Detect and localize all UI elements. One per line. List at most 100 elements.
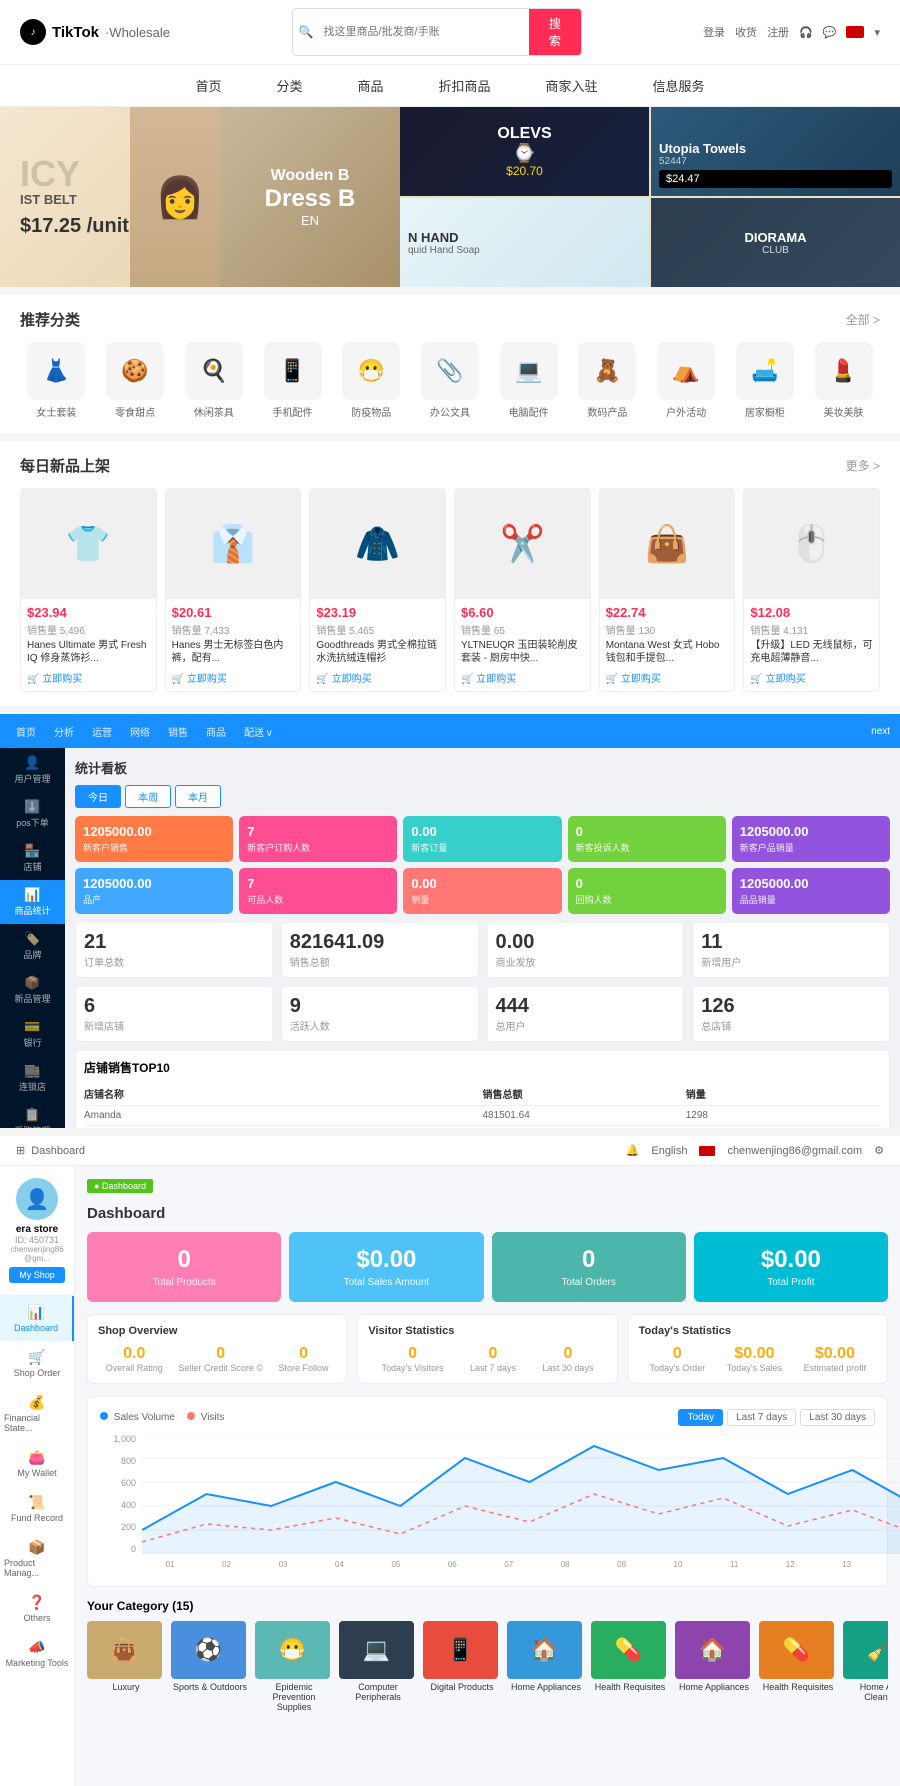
categories-title: 推荐分类 (20, 309, 80, 330)
nav-discounts[interactable]: 折扣商品 (439, 76, 491, 95)
product-buy-5[interactable]: 🛒 立即购买 (606, 670, 729, 685)
product-card-6[interactable]: 🖱️ $12.08 销售量 4,131 【升级】LED 无线鼠标，可充电超薄静音… (743, 488, 880, 692)
sidebar-item-newproduct[interactable]: 📦 新品管理 (0, 968, 65, 1012)
chart-today-btn[interactable]: Today (678, 1409, 723, 1426)
seller-cat-1[interactable]: 👜 Luxury (87, 1621, 165, 1712)
your-category-title: Your Category (15) (87, 1599, 888, 1613)
tab-week[interactable]: 本周 (125, 785, 171, 808)
nav-info[interactable]: 信息服务 (653, 76, 705, 95)
seller-nav-fund[interactable]: 📜 Fund Record (0, 1486, 74, 1531)
seller-nav-marketing[interactable]: 📣 Marketing Tools (0, 1631, 74, 1676)
sidebar-item-purchase[interactable]: 📋 采购管理 (0, 1100, 65, 1128)
products-more[interactable]: 更多 > (846, 457, 880, 474)
cat-item-9[interactable]: ⛺ 户外活动 (657, 342, 715, 419)
chart-30days-btn[interactable]: Last 30 days (800, 1409, 875, 1426)
my-shop-button[interactable]: My Shop (9, 1267, 65, 1283)
cat-item-7[interactable]: 💻 电脑配件 (500, 342, 558, 419)
register-link[interactable]: 注册 (767, 24, 789, 40)
product-card-5[interactable]: 👜 $22.74 销售量 130 Montana West 女式 Hobo 钱包… (599, 488, 736, 692)
admin-top-network[interactable]: 网络 (124, 724, 156, 739)
cat-item-5[interactable]: 😷 防疫物品 (342, 342, 400, 419)
seller-cat-2[interactable]: ⚽ Sports & Outdoors (171, 1621, 249, 1712)
admin-top-analytics[interactable]: 分析 (48, 724, 80, 739)
stats-icon: 📊 (4, 887, 61, 903)
stat-num-2: 7 (247, 824, 389, 839)
cat-item-4[interactable]: 📱 手机配件 (264, 342, 322, 419)
cat-item-11[interactable]: 💄 美妆美肤 (815, 342, 873, 419)
tab-today[interactable]: 今日 (75, 785, 121, 808)
admin-top-delivery[interactable]: 配送 v (238, 724, 278, 739)
admin-top-home[interactable]: 首页 (10, 724, 42, 739)
seller-cat-name-6: Home Appliances (507, 1682, 585, 1692)
nav-home[interactable]: 首页 (195, 76, 221, 95)
seller-nav-dashboard[interactable]: 📊 Dashboard (0, 1296, 74, 1341)
admin-top-sales[interactable]: 销售 (162, 724, 194, 739)
sidebar-item-stats[interactable]: 📊 商品统计 (0, 880, 65, 924)
seller-cat-img-6: 🏠 (507, 1621, 582, 1679)
categories-more[interactable]: 全部 > (846, 311, 880, 328)
cat-label-5: 防疫物品 (351, 404, 391, 419)
estimated-profit-item: $0.00 Estimated profit (804, 1345, 867, 1373)
product-card-1[interactable]: 👕 $23.94 销售量 5,496 Hanes Ultimate 男式 Fre… (20, 488, 157, 692)
cat-item-3[interactable]: 🍳 休闲茶具 (185, 342, 243, 419)
language-selector[interactable]: English (651, 1145, 687, 1157)
sidebar-item-pos[interactable]: ⬇️ pos下单 (0, 792, 65, 836)
sidebar-item-brand[interactable]: 🏷️ 品牌 (0, 924, 65, 968)
seller-cat-8[interactable]: 🏠 Home Appliances (675, 1621, 753, 1712)
nav-products[interactable]: 商品 (357, 76, 383, 95)
seller-nav-wallet[interactable]: 👛 My Wallet (0, 1441, 74, 1486)
message-icon[interactable]: 💬 (823, 26, 837, 39)
product-buy-6[interactable]: 🛒 立即购买 (750, 670, 873, 685)
seller-nav-others[interactable]: ❓ Others (0, 1586, 74, 1631)
dropdown-icon[interactable]: ▾ (874, 26, 880, 39)
product-buy-4[interactable]: 🛒 立即购买 (461, 670, 584, 685)
nav-categories[interactable]: 分类 (276, 76, 302, 95)
chart-7days-btn[interactable]: Last 7 days (727, 1409, 796, 1426)
product-price-6: $12.08 (750, 605, 873, 620)
settings-icon[interactable]: ⚙ (874, 1144, 884, 1157)
notification-icon[interactable]: 🔔 (626, 1144, 640, 1157)
seller-cat-9[interactable]: 💊 Health Requisites (759, 1621, 837, 1712)
top10-title: 店铺销售TOP10 (84, 1059, 881, 1076)
seller-nav-orders[interactable]: 🛒 Shop Order (0, 1341, 74, 1386)
sales-chart (142, 1434, 900, 1554)
cat-item-6[interactable]: 📎 办公文具 (421, 342, 479, 419)
seller-cat-img-5: 📱 (423, 1621, 498, 1679)
metric-totalstores: 126 总店铺 (692, 986, 890, 1042)
seller-cat-6[interactable]: 🏠 Home Appliances (507, 1621, 585, 1712)
admin-top-products[interactable]: 商品 (200, 724, 232, 739)
sidebar-item-store[interactable]: 🏪 店铺 (0, 836, 65, 880)
product-name-3: Goodthreads 男式全棉拉链水洗抗绒连帽衫 (316, 639, 439, 665)
product-card-2[interactable]: 👔 $20.61 销售量 7,433 Hanes 男士无标签白色内裤，配有...… (165, 488, 302, 692)
seller-cat-4[interactable]: 💻 Computer Peripherals (339, 1621, 417, 1712)
nav-merchant[interactable]: 商家入驻 (546, 76, 598, 95)
product-buy-1[interactable]: 🛒 立即购买 (27, 670, 150, 685)
stat-num-1: 1205000.00 (83, 824, 225, 839)
seller-cat-7[interactable]: 💊 Health Requisites (591, 1621, 669, 1712)
headset-icon[interactable]: 🎧 (799, 26, 813, 39)
seller-nav-products[interactable]: 📦 Product Manag... (0, 1531, 74, 1586)
month-visitors-num: 0 (542, 1345, 593, 1363)
search-button[interactable]: 搜索 (529, 9, 580, 55)
cat-item-2[interactable]: 🍪 零食甜点 (106, 342, 164, 419)
sidebar-item-bank[interactable]: 💳 银行 (0, 1012, 65, 1056)
cat-item-1[interactable]: 👗 女士套装 (27, 342, 85, 419)
seller-cat-5[interactable]: 📱 Digital Products (423, 1621, 501, 1712)
seller-nav-financial[interactable]: 💰 Financial State... (0, 1386, 74, 1441)
login-link[interactable]: 登录 (703, 24, 725, 40)
admin-top-ops[interactable]: 运营 (86, 724, 118, 739)
search-input[interactable] (319, 20, 529, 44)
wishlist-link[interactable]: 收货 (735, 24, 757, 40)
cat-item-8[interactable]: 🧸 数码产品 (578, 342, 636, 419)
seller-cat-10[interactable]: 🧹 Home Auto Cleaning (843, 1621, 888, 1712)
sidebar-item-users[interactable]: 👤 用户管理 (0, 748, 65, 792)
orders-nav-label: Shop Order (14, 1368, 61, 1378)
seller-cat-3[interactable]: 😷 Epidemic Prevention Supplies (255, 1621, 333, 1712)
product-card-3[interactable]: 🧥 $23.19 销售量 5,465 Goodthreads 男式全棉拉链水洗抗… (309, 488, 446, 692)
product-buy-2[interactable]: 🛒 立即购买 (172, 670, 295, 685)
product-buy-3[interactable]: 🛒 立即购买 (316, 670, 439, 685)
tab-month[interactable]: 本月 (175, 785, 221, 808)
cat-item-10[interactable]: 🛋️ 居家橱柜 (736, 342, 794, 419)
sidebar-item-chain[interactable]: 🏬 连锁店 (0, 1056, 65, 1100)
product-card-4[interactable]: ✂️ $6.60 销售量 65 YLTNEUQR 玉田装轮削皮套装 - 厨房中快… (454, 488, 591, 692)
